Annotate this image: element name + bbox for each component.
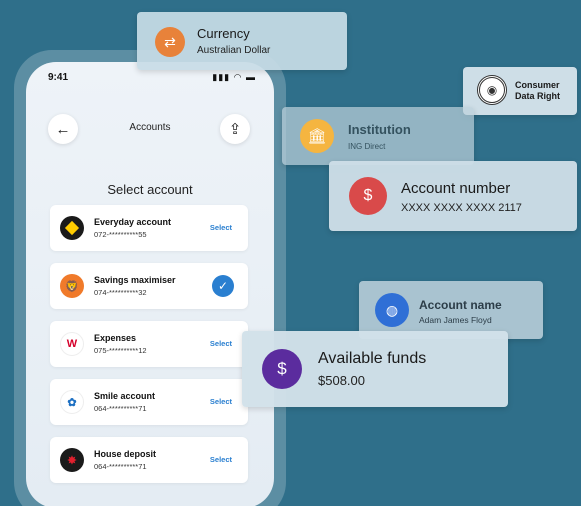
status-icons: ▮▮▮ ◠ ▬: [212, 72, 256, 82]
card-value: XXXX XXXX XXXX 2117: [401, 202, 522, 214]
person-badge-icon: ◍: [375, 293, 409, 327]
select-button[interactable]: Select: [210, 455, 232, 464]
bank-logo-icon: ✿: [60, 390, 84, 414]
card-value: $508.00: [318, 373, 365, 388]
status-time: 9:41: [48, 72, 69, 83]
cdr-line1: Consumer: [515, 80, 560, 90]
phone-mockup: 9:41 ▮▮▮ ◠ ▬ ← Accounts ⇪ Select account…: [14, 50, 286, 506]
card-value: ING Direct: [348, 142, 386, 151]
select-button[interactable]: Select: [210, 339, 232, 348]
account-number: 074-**********32: [94, 288, 147, 297]
account-row-house[interactable]: ✸ House deposit 064-**********71 Select: [50, 437, 248, 483]
select-button[interactable]: Select: [210, 223, 232, 232]
account-name: Expenses: [94, 333, 137, 343]
consumer-data-right-logo: ◉: [477, 75, 507, 105]
consumer-data-right-badge: ◉ Consumer Data Right: [463, 67, 577, 115]
cdr-line2: Data Right: [515, 91, 560, 101]
account-name: Savings maximiser: [94, 275, 176, 285]
status-bar: 9:41 ▮▮▮ ◠ ▬: [26, 72, 274, 86]
account-number: 064-**********71: [94, 462, 147, 471]
commbank-logo-icon: [60, 216, 84, 240]
account-row-savings[interactable]: 🦁 Savings maximiser 074-**********32 ✓: [50, 263, 248, 309]
card-title: Account name: [419, 298, 502, 312]
selected-check-icon[interactable]: ✓: [212, 275, 234, 297]
account-row-smile[interactable]: ✿ Smile account 064-**********71 Select: [50, 379, 248, 425]
card-title: Institution: [348, 122, 411, 137]
institution-card: 🏛 Institution ING Direct: [282, 107, 474, 165]
ing-lion-logo-icon: 🦁: [60, 274, 84, 298]
account-name: Smile account: [94, 391, 156, 401]
account-row-expenses[interactable]: W Expenses 075-**********12 Select: [50, 321, 248, 367]
currency-card: ⇄ Currency Australian Dollar: [137, 12, 347, 70]
card-title: Currency: [197, 26, 250, 41]
account-row-everyday[interactable]: Everyday account 072-**********55 Select: [50, 205, 248, 251]
account-name: House deposit: [94, 449, 157, 459]
card-value: Adam James Floyd: [419, 315, 492, 325]
phone-screen: 9:41 ▮▮▮ ◠ ▬ ← Accounts ⇪ Select account…: [26, 62, 274, 506]
account-number: 075-**********12: [94, 346, 147, 355]
card-value: Australian Dollar: [197, 45, 271, 56]
available-funds-card: $ Available funds $508.00: [242, 331, 508, 407]
card-title: Available funds: [318, 350, 427, 367]
select-button[interactable]: Select: [210, 397, 232, 406]
money-hand-icon: $: [349, 177, 387, 215]
account-name: Everyday account: [94, 217, 172, 227]
account-number: 064-**********71: [94, 404, 147, 413]
currency-exchange-icon: ⇄: [155, 27, 185, 57]
westpac-logo-icon: W: [60, 332, 84, 356]
nab-star-logo-icon: ✸: [60, 448, 84, 472]
atm-cash-icon: $: [262, 349, 302, 389]
bank-icon: 🏛: [300, 119, 334, 153]
share-icon: ⇪: [228, 121, 242, 138]
account-number: 072-**********55: [94, 230, 147, 239]
card-title: Account number: [401, 180, 511, 197]
select-account-heading: Select account: [107, 182, 193, 197]
account-number-card: $ Account number XXXX XXXX XXXX 2117: [329, 161, 577, 231]
share-button[interactable]: ⇪: [220, 114, 250, 144]
